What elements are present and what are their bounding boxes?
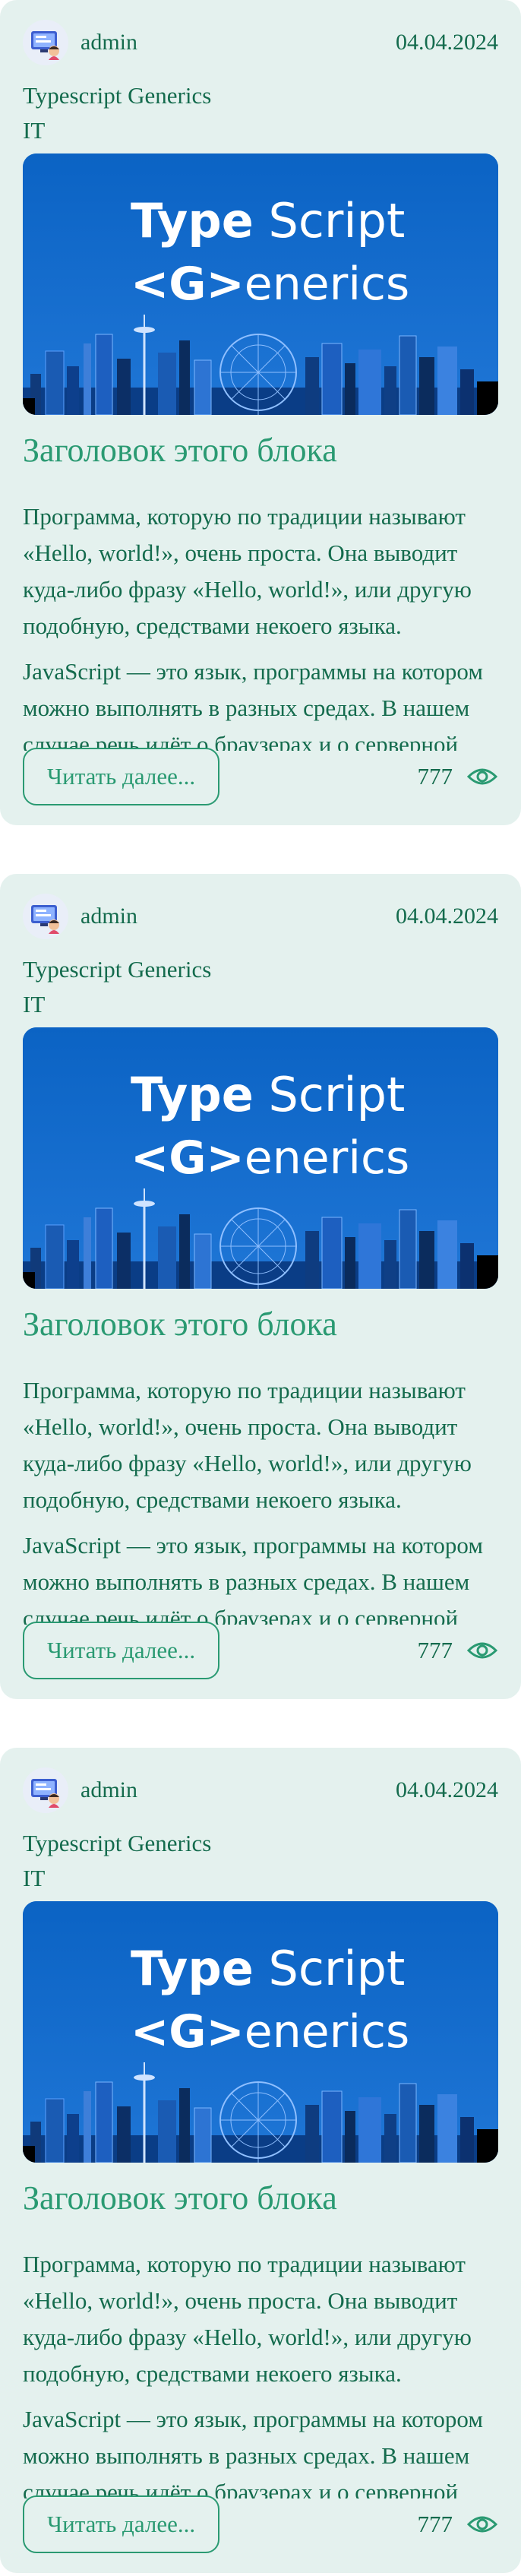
- svg-text:<G>enerics: <G>enerics: [131, 2005, 409, 2059]
- author-name[interactable]: admin: [81, 1777, 137, 1803]
- svg-text:<G>enerics: <G>enerics: [131, 1131, 409, 1185]
- post-footer: Читать далее... 777: [23, 2495, 498, 2553]
- author-name[interactable]: admin: [81, 903, 137, 929]
- views-counter: 777: [418, 2508, 499, 2540]
- cover-line2-light: enerics: [245, 258, 409, 311]
- cover-line1-light: Script: [254, 1941, 406, 1996]
- post-footer: Читать далее... 777: [23, 748, 498, 805]
- post-subtitle: Typescript Generics: [23, 956, 212, 983]
- read-more-button[interactable]: Читать далее...: [23, 2495, 220, 2553]
- cover-line2-bold: <G>: [131, 1131, 245, 1185]
- post-date: 04.04.2024: [396, 30, 498, 55]
- excerpt-paragraph: JavaScript — это язык, программы на кото…: [23, 658, 483, 751]
- post-card: admin 04.04.2024 Typescript Generics IT …: [0, 874, 521, 1699]
- post-excerpt: Программа, которую по традиции называют …: [23, 1372, 498, 1625]
- post-title[interactable]: Заголовок этого блока: [23, 2175, 498, 2222]
- cover-line2-light: enerics: [245, 1131, 409, 1185]
- post-header: admin 04.04.2024: [23, 18, 498, 67]
- post-feed: admin 04.04.2024 Typescript Generics IT …: [0, 0, 521, 2576]
- post-footer: Читать далее... 777: [23, 1622, 498, 1679]
- excerpt-paragraph: JavaScript — это язык, программы на кото…: [23, 2406, 483, 2498]
- cover-image[interactable]: Type Script <G>enerics: [23, 1901, 498, 2163]
- cover-image[interactable]: Type Script <G>enerics: [23, 1027, 498, 1289]
- avatar-icon: [23, 20, 68, 65]
- cover-line2-bold: <G>: [131, 258, 245, 311]
- cover-line1-light: Script: [254, 193, 406, 248]
- post-category[interactable]: IT: [23, 1863, 45, 1894]
- eye-icon: [466, 761, 498, 793]
- excerpt-paragraph: JavaScript — это язык, программы на кото…: [23, 1532, 483, 1625]
- post-header: admin 04.04.2024: [23, 892, 498, 941]
- excerpt-paragraph: Программа, которую по традиции называют …: [23, 503, 472, 639]
- eye-icon: [466, 2508, 498, 2540]
- author[interactable]: admin: [23, 894, 137, 939]
- read-more-button[interactable]: Читать далее...: [23, 1622, 220, 1679]
- svg-text:Type Script: Type Script: [131, 1941, 405, 1996]
- post-title[interactable]: Заголовок этого блока: [23, 427, 498, 474]
- svg-text:Type Script: Type Script: [131, 1067, 405, 1122]
- svg-text:<G>enerics: <G>enerics: [131, 258, 409, 311]
- cover-line1-light: Script: [254, 1067, 406, 1122]
- author-name[interactable]: admin: [81, 30, 137, 55]
- author[interactable]: admin: [23, 20, 137, 65]
- eye-icon: [466, 1635, 498, 1666]
- views-count: 777: [417, 2511, 453, 2537]
- avatar-icon: [23, 894, 68, 939]
- post-date: 04.04.2024: [396, 903, 498, 929]
- cover-line1-bold: Type: [131, 1941, 254, 1996]
- post-date: 04.04.2024: [396, 1777, 498, 1802]
- cover-line2-bold: <G>: [131, 2005, 245, 2059]
- excerpt-paragraph: Программа, которую по традиции называют …: [23, 2251, 472, 2387]
- post-category[interactable]: IT: [23, 116, 45, 146]
- post-subtitle: Typescript Generics: [23, 82, 212, 109]
- post-category[interactable]: IT: [23, 989, 45, 1020]
- post-excerpt: Программа, которую по традиции называют …: [23, 2246, 498, 2498]
- cover-image[interactable]: Type Script <G>enerics: [23, 153, 498, 415]
- excerpt-paragraph: Программа, которую по традиции называют …: [23, 1377, 472, 1513]
- post-card: admin 04.04.2024 Typescript Generics IT …: [0, 0, 521, 825]
- post-excerpt: Программа, которую по традиции называют …: [23, 498, 498, 751]
- post-header: admin 04.04.2024: [23, 1766, 498, 1815]
- author[interactable]: admin: [23, 1767, 137, 1813]
- cover-line2-light: enerics: [245, 2005, 409, 2059]
- views-counter: 777: [418, 761, 499, 793]
- cover-line1-bold: Type: [131, 1067, 254, 1122]
- cover-line1-bold: Type: [131, 193, 254, 248]
- views-counter: 777: [418, 1635, 499, 1666]
- read-more-button[interactable]: Читать далее...: [23, 748, 220, 805]
- post-title[interactable]: Заголовок этого блока: [23, 1301, 498, 1348]
- avatar-icon: [23, 1767, 68, 1813]
- views-count: 777: [417, 1637, 453, 1663]
- svg-text:Type Script: Type Script: [131, 193, 405, 248]
- views-count: 777: [417, 763, 453, 790]
- post-subtitle: Typescript Generics: [23, 1830, 212, 1856]
- post-card: admin 04.04.2024 Typescript Generics IT …: [0, 1748, 521, 2573]
